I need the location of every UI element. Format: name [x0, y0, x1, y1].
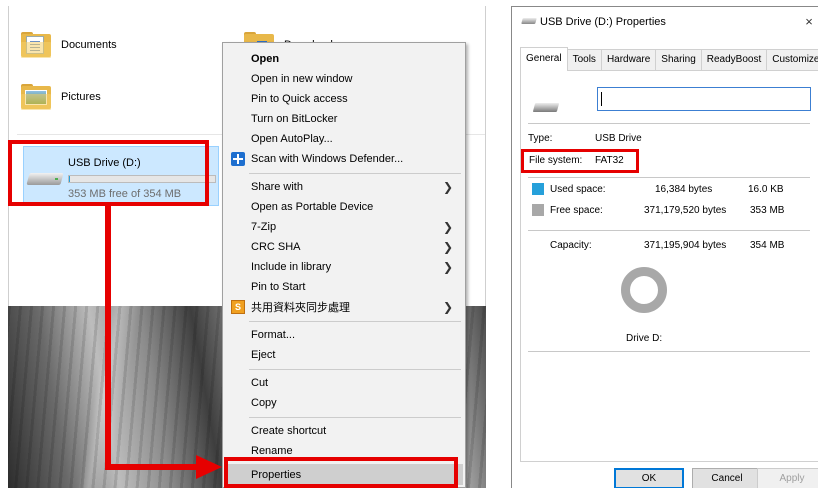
- menu-item-crc-sha[interactable]: CRC SHA ❯: [225, 237, 463, 257]
- menu-item-label: Pin to Quick access: [251, 93, 348, 105]
- menu-item-label: Share with: [251, 181, 303, 193]
- menu-item-label: Eject: [251, 349, 276, 361]
- chevron-right-icon: ❯: [442, 260, 453, 274]
- chevron-right-icon: ❯: [442, 180, 453, 194]
- tab-hardware[interactable]: Hardware: [600, 49, 657, 71]
- general-tab-panel: [520, 70, 818, 462]
- text-caret: [601, 92, 602, 106]
- menu-item-label: Copy: [251, 397, 277, 409]
- menu-item-label: 7-Zip: [251, 221, 277, 233]
- windows-defender-shield-icon: [231, 152, 245, 166]
- menu-item-label: Cut: [251, 377, 269, 389]
- menu-item-autoplay[interactable]: Open AutoPlay...: [225, 129, 463, 149]
- chevron-right-icon: ❯: [442, 240, 453, 254]
- used-space-bytes: 16,384 bytes: [655, 184, 713, 195]
- pictures-folder-icon: [21, 84, 51, 110]
- file-system-highlight-box: [521, 149, 639, 173]
- documents-folder-icon: [21, 32, 51, 58]
- menu-item-label: Open as Portable Device: [251, 201, 374, 213]
- tab-sharing[interactable]: Sharing: [655, 49, 702, 71]
- tab-general[interactable]: General: [520, 47, 568, 71]
- free-space-swatch: [532, 204, 544, 216]
- chevron-right-icon: ❯: [442, 300, 453, 314]
- used-space-label: Used space:: [550, 184, 606, 195]
- menu-separator: [249, 173, 461, 174]
- divider: [528, 177, 810, 178]
- used-space-short: 16.0 KB: [748, 184, 784, 195]
- drive-caption: Drive D:: [626, 333, 663, 344]
- menu-item-share-with[interactable]: Share with ❯: [225, 177, 463, 197]
- menu-item-label: Format...: [251, 329, 296, 341]
- annotation-arrow-line: [105, 464, 205, 470]
- menu-item-label: Create shortcut: [251, 425, 327, 437]
- cancel-button[interactable]: Cancel: [692, 468, 762, 488]
- menu-item-label: Rename: [251, 445, 293, 457]
- capacity-label: Capacity:: [550, 240, 592, 251]
- menu-item-create-shortcut[interactable]: Create shortcut: [225, 421, 463, 441]
- menu-item-label: Include in library: [251, 261, 332, 273]
- menu-item-label: Pin to Start: [251, 281, 306, 293]
- tab-customize[interactable]: Customize: [766, 49, 818, 71]
- menu-item-label: Open AutoPlay...: [251, 133, 333, 145]
- menu-item-format[interactable]: Format...: [225, 325, 463, 345]
- tab-strip: General Tools Hardware Sharing ReadyBoos…: [520, 47, 818, 71]
- dialog-title: USB Drive (D:) Properties: [540, 16, 666, 28]
- documents-folder[interactable]: Documents: [21, 32, 117, 58]
- usb-drive-icon: [532, 100, 560, 114]
- menu-item-label: Open in new window: [251, 73, 353, 85]
- chevron-right-icon: ❯: [442, 220, 453, 234]
- properties-highlight-box: [224, 457, 458, 488]
- menu-item-label: Turn on BitLocker: [251, 113, 338, 125]
- menu-item-label: CRC SHA: [251, 241, 301, 253]
- divider: [528, 351, 810, 352]
- pictures-folder[interactable]: Pictures: [21, 84, 101, 110]
- close-icon[interactable]: ×: [800, 13, 818, 31]
- menu-item-7zip[interactable]: 7-Zip ❯: [225, 217, 463, 237]
- menu-item-include-library[interactable]: Include in library ❯: [225, 257, 463, 277]
- menu-separator: [249, 417, 461, 418]
- context-menu: Open Open in new window Pin to Quick acc…: [222, 42, 466, 488]
- properties-dialog: USB Drive (D:) Properties × General Tool…: [511, 6, 818, 488]
- free-space-label: Free space:: [550, 205, 603, 216]
- menu-item-open-new-window[interactable]: Open in new window: [225, 69, 463, 89]
- drive-label-input[interactable]: [597, 87, 811, 111]
- menu-item-eject[interactable]: Eject: [225, 345, 463, 365]
- type-value: USB Drive: [595, 133, 642, 144]
- menu-item-label: Scan with Windows Defender...: [251, 153, 404, 165]
- capacity-bytes: 371,195,904 bytes: [644, 240, 727, 251]
- drive-highlight-box: [8, 140, 209, 206]
- menu-item-pin-quick-access[interactable]: Pin to Quick access: [225, 89, 463, 109]
- type-label: Type:: [528, 133, 553, 144]
- free-space-short: 353 MB: [750, 205, 785, 216]
- menu-item-scan-defender[interactable]: Scan with Windows Defender...: [225, 149, 463, 169]
- disk-usage-donut: [621, 267, 667, 313]
- usb-drive-icon: [521, 18, 537, 26]
- menu-item-cut[interactable]: Cut: [225, 373, 463, 393]
- used-space-swatch: [532, 183, 544, 195]
- apply-button[interactable]: Apply: [757, 468, 818, 488]
- ok-button[interactable]: OK: [614, 468, 684, 488]
- annotation-arrowhead-icon: [196, 455, 222, 479]
- tab-readyboost[interactable]: ReadyBoost: [700, 49, 768, 71]
- menu-item-sync-folder[interactable]: S 共用資料夾同步處理 ❯: [225, 297, 463, 317]
- divider: [528, 230, 810, 231]
- menu-item-label: 共用資料夾同步處理: [251, 302, 350, 314]
- menu-item-bitlocker[interactable]: Turn on BitLocker: [225, 109, 463, 129]
- menu-item-open[interactable]: Open: [225, 49, 463, 69]
- folder-label: Pictures: [61, 91, 101, 103]
- menu-separator: [249, 321, 461, 322]
- menu-item-label: Open: [251, 53, 280, 65]
- title-bar[interactable]: USB Drive (D:) Properties ×: [512, 7, 818, 37]
- sync-folder-icon: S: [231, 300, 245, 314]
- free-space-bytes: 371,179,520 bytes: [644, 205, 727, 216]
- annotation-arrow-line: [105, 206, 111, 470]
- folder-label: Documents: [61, 39, 117, 51]
- menu-item-copy[interactable]: Copy: [225, 393, 463, 413]
- capacity-short: 354 MB: [750, 240, 785, 251]
- menu-item-portable-device[interactable]: Open as Portable Device: [225, 197, 463, 217]
- menu-separator: [249, 369, 461, 370]
- tab-tools[interactable]: Tools: [566, 49, 602, 71]
- divider: [528, 123, 810, 124]
- menu-item-pin-start[interactable]: Pin to Start: [225, 277, 463, 297]
